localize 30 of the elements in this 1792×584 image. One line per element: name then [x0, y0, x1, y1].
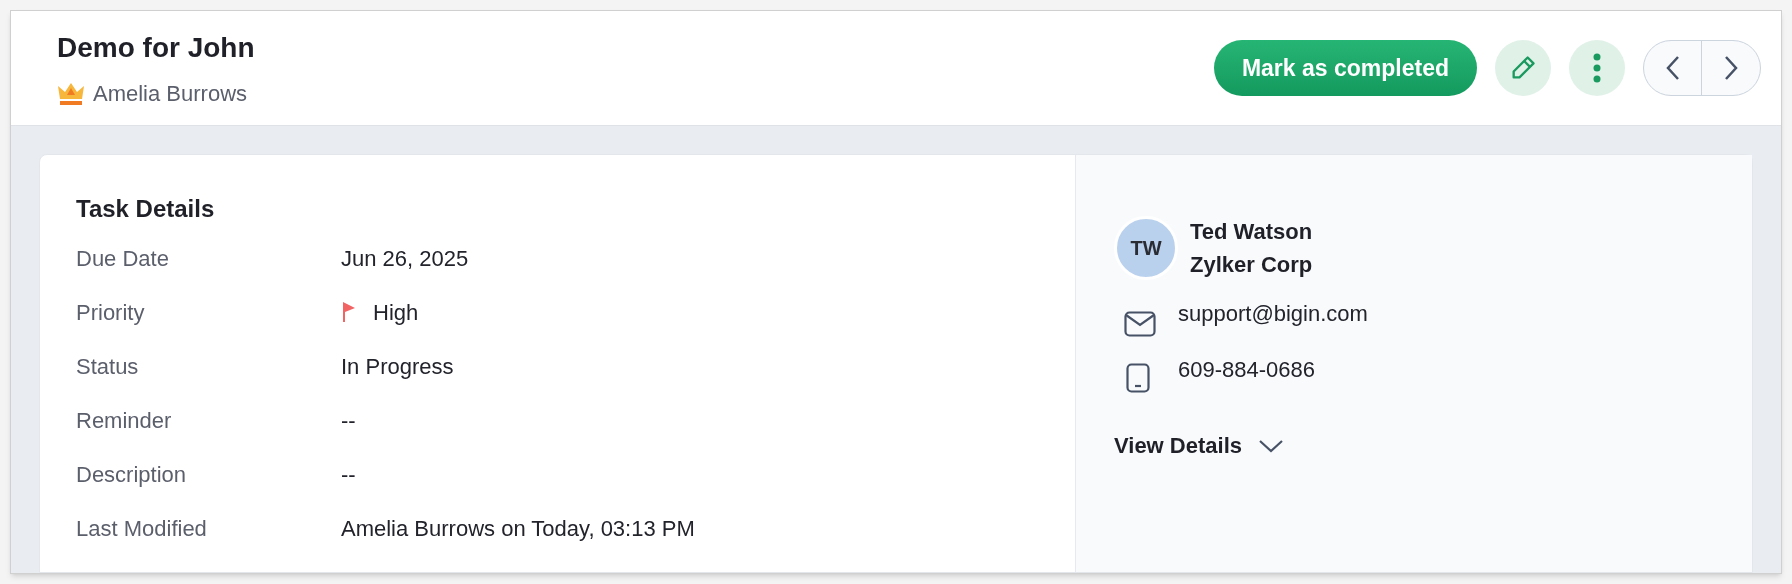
- more-icon: [1593, 53, 1601, 83]
- edit-button[interactable]: [1495, 40, 1551, 96]
- contact-phone: 609-884-0686: [1178, 356, 1315, 384]
- phone-icon: [1126, 363, 1150, 393]
- field-value: High: [373, 298, 419, 327]
- section-title: Task Details: [76, 194, 216, 224]
- field-value: --: [341, 406, 356, 435]
- contact-avatar: TW: [1114, 216, 1178, 280]
- contact-email: support@bigin.com: [1178, 300, 1368, 328]
- field-label: Last Modified: [76, 514, 208, 543]
- owner-name: Amelia Burrows: [93, 79, 248, 108]
- field-value: Jun 26, 2025: [341, 244, 469, 273]
- field-label: Description: [76, 460, 188, 489]
- field-value: Amelia Burrows on Today, 03:13 PM: [341, 514, 695, 543]
- field-label: Status: [76, 352, 140, 381]
- contact-name: Ted Watson: [1190, 218, 1313, 246]
- task-title: Demo for John: [57, 30, 255, 65]
- chevron-left-icon: [1665, 55, 1680, 81]
- field-label: Reminder: [76, 406, 173, 435]
- chevron-right-icon: [1724, 55, 1738, 81]
- chevron-down-icon: [1258, 438, 1284, 453]
- view-details-toggle[interactable]: View Details: [1114, 429, 1284, 462]
- mail-icon: [1124, 311, 1156, 337]
- flag-icon: [341, 301, 357, 323]
- field-label: Due Date: [76, 244, 170, 273]
- field-value: --: [341, 460, 356, 489]
- field-value: In Progress: [341, 352, 454, 381]
- more-button[interactable]: [1569, 40, 1625, 96]
- field-label: Priority: [76, 298, 146, 327]
- company-name: Zylker Corp: [1190, 251, 1313, 279]
